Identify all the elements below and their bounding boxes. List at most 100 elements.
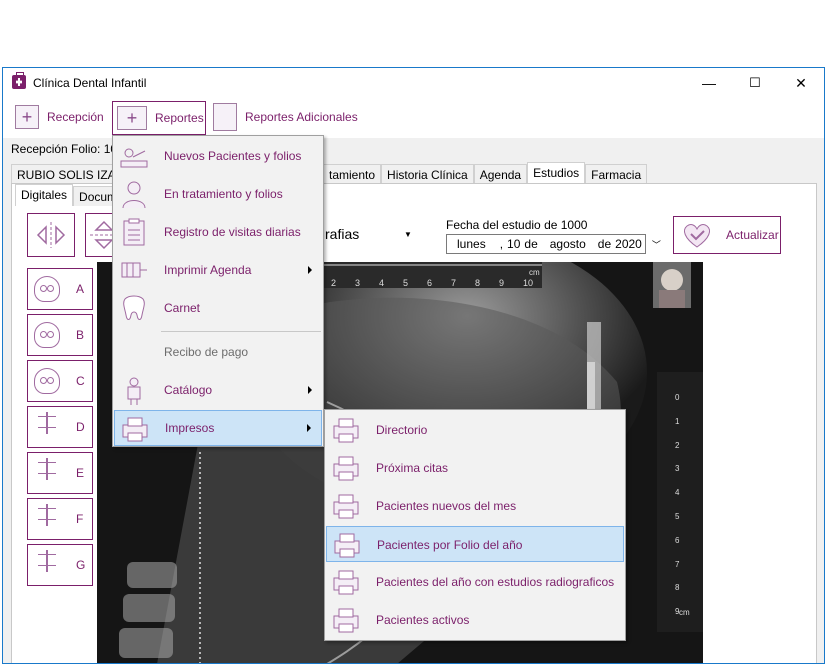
study-type-dropdown-icon[interactable]: ▼: [399, 223, 417, 245]
submenu-item-proxima-citas[interactable]: Próxima citas: [326, 450, 624, 486]
menu-item-nuevos-pacientes[interactable]: Nuevos Pacientes y folios: [114, 138, 322, 174]
study-type-select[interactable]: rafias: [325, 226, 359, 242]
window-title: Clínica Dental Infantil: [33, 76, 147, 90]
maximize-button[interactable]: ☐: [732, 68, 778, 98]
date-dropdown-icon[interactable]: ﹀: [652, 238, 661, 251]
ruler-unit-right: cm: [679, 608, 690, 617]
plus-icon: [15, 105, 39, 129]
document-person-icon: [213, 103, 237, 131]
menu-item-registro-visitas[interactable]: Registro de visitas diarias: [114, 214, 322, 250]
submenu-item-pacientes-folio-ano[interactable]: Pacientes por Folio del año: [326, 526, 624, 562]
tab-agenda[interactable]: Agenda: [473, 164, 528, 184]
date-year: 2020: [615, 237, 642, 251]
close-button[interactable]: ✕: [778, 68, 824, 98]
impresos-submenu: Directorio Próxima citas Pacientes nuevo…: [324, 409, 626, 641]
vertebrae: [119, 562, 177, 658]
spine-icon: [34, 550, 60, 580]
main-tabs: tamiento Historia Clínica Agenda Estudio…: [323, 162, 648, 184]
view-button-e[interactable]: E: [27, 452, 93, 494]
date-month: agosto: [549, 237, 586, 251]
menu-item-carnet[interactable]: Carnet: [114, 290, 322, 326]
view-button-b[interactable]: B: [27, 314, 93, 356]
printer-icon: [333, 418, 359, 443]
title-bar: Clínica Dental Infantil — ☐ ✕: [3, 68, 824, 98]
medkit-icon: [117, 106, 147, 130]
view-button-a[interactable]: A: [27, 268, 93, 310]
submenu-arrow-icon: [308, 266, 312, 274]
clipboard-icon: [123, 218, 145, 246]
ruler-ticks-top: 2 3 4 5 6 7 8 9 10: [331, 278, 534, 288]
patient-bed-icon: [120, 148, 148, 168]
printer-icon: [122, 417, 148, 442]
view-button-c[interactable]: C: [27, 360, 93, 402]
date-weekday: lunes: [457, 237, 486, 251]
menu-item-en-tratamiento[interactable]: En tratamiento y folios: [114, 176, 322, 212]
minimize-button[interactable]: —: [686, 68, 732, 98]
submenu-item-pacientes-activos[interactable]: Pacientes activos: [326, 602, 624, 638]
view-letter: E: [76, 466, 85, 480]
tab-historia-clinica[interactable]: Historia Clínica: [381, 164, 474, 184]
tooth-icon: [123, 295, 145, 320]
flip-horizontal-button[interactable]: [27, 213, 75, 257]
date-de2: de: [597, 237, 612, 251]
person-icon: [127, 377, 141, 405]
tab-tratamiento[interactable]: tamiento: [323, 164, 382, 184]
reportes-label: Reportes: [155, 111, 204, 125]
toolbar: Recepción Reportes Reportes Adicionales: [3, 98, 824, 138]
right-ruler: [657, 372, 703, 632]
menu-item-imprimir-agenda[interactable]: Imprimir Agenda: [114, 252, 322, 288]
view-letter: A: [76, 282, 85, 296]
flip-vertical-button[interactable]: [85, 213, 113, 257]
spine-icon: [34, 458, 60, 488]
printer-icon: [333, 570, 359, 595]
spine-icon: [34, 504, 60, 534]
actualizar-label: Actualizar: [726, 228, 779, 242]
menu-item-impresos[interactable]: Impresos: [114, 410, 322, 446]
reportes-menu: Nuevos Pacientes y folios En tratamiento…: [112, 135, 324, 447]
view-letter: G: [76, 558, 86, 572]
recepcion-label: Recepción: [47, 110, 104, 124]
ruler-unit-top: cm: [529, 268, 540, 277]
folio-label: Recepción Folio: 100: [11, 142, 124, 156]
menu-item-recibo-pago[interactable]: Recibo de pago: [114, 334, 322, 370]
submenu-item-directorio[interactable]: Directorio: [326, 412, 624, 448]
skull-icon: [34, 322, 60, 348]
printer-icon: [333, 456, 359, 481]
view-button-f[interactable]: F: [27, 498, 93, 540]
recepcion-button[interactable]: Recepción: [15, 102, 104, 132]
reportes-adicionales-button[interactable]: Reportes Adicionales: [213, 102, 358, 132]
submenu-item-pacientes-estudios-radiograficos[interactable]: Pacientes del año con estudios radiograf…: [326, 564, 624, 600]
reportes-adicionales-label: Reportes Adicionales: [245, 110, 358, 124]
skull-icon: [34, 368, 60, 394]
date-day: 10: [507, 237, 521, 251]
submenu-item-pacientes-nuevos-mes[interactable]: Pacientes nuevos del mes: [326, 488, 624, 524]
menu-item-catalogo[interactable]: Catálogo: [114, 372, 322, 408]
view-button-d[interactable]: D: [27, 406, 93, 448]
flip-vertical-icon: [90, 220, 113, 250]
syringe-icon: [121, 262, 147, 278]
ruler-ticks-right: 0123456789: [675, 393, 680, 617]
printer-icon: [333, 494, 359, 519]
view-letter: B: [76, 328, 85, 342]
app-medkit-icon: [12, 72, 26, 89]
doctor-icon: [122, 181, 146, 209]
heart-check-icon: [684, 224, 710, 248]
tab-estudios[interactable]: Estudios: [527, 162, 586, 184]
actualizar-button[interactable]: Actualizar: [673, 216, 781, 254]
menu-separator: [161, 331, 321, 332]
date-de1: de: [524, 237, 538, 251]
view-letter: D: [76, 420, 85, 434]
view-button-g[interactable]: G: [27, 544, 93, 586]
submenu-arrow-icon: [307, 424, 311, 432]
spine-icon: [34, 412, 60, 442]
view-letter: C: [76, 374, 85, 388]
printer-icon: [334, 533, 360, 558]
submenu-arrow-icon: [308, 386, 312, 394]
study-date-picker[interactable]: lunes , 10 de agosto de 2020 ﹀: [446, 234, 661, 254]
reportes-button[interactable]: Reportes: [112, 101, 206, 135]
skull-icon: [34, 276, 60, 302]
tab-digitales[interactable]: Digitales: [15, 184, 74, 206]
tab-farmacia[interactable]: Farmacia: [585, 164, 648, 184]
flip-horizontal-icon: [36, 222, 66, 248]
view-letter: F: [76, 512, 84, 526]
